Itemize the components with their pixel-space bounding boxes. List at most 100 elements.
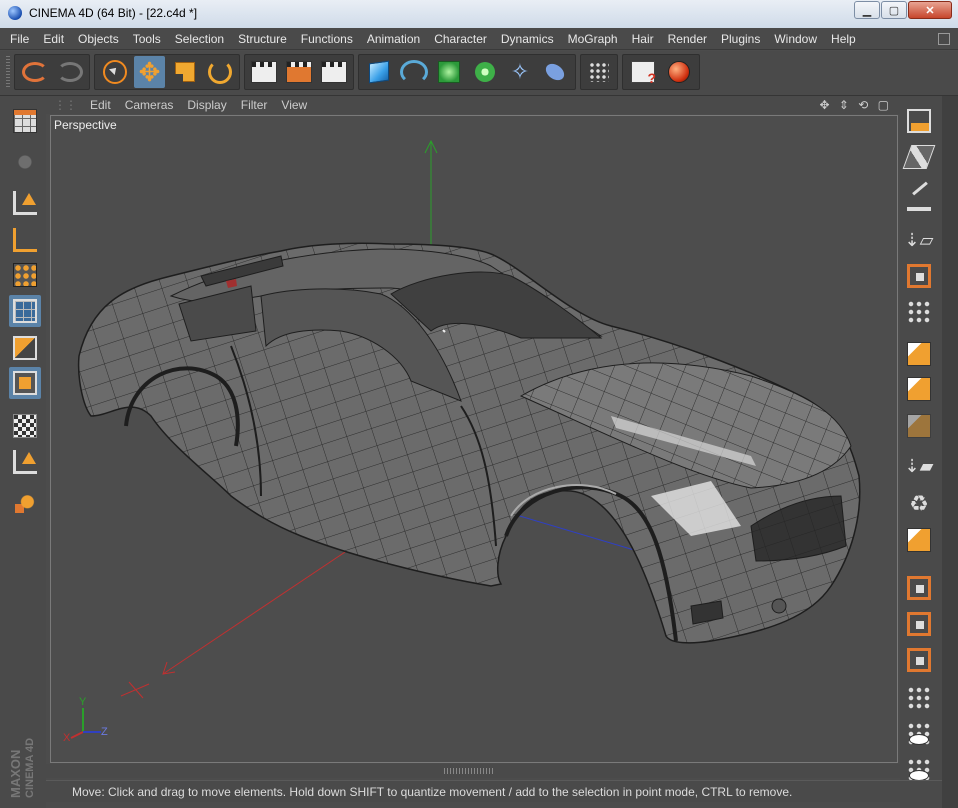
layout-icon — [13, 109, 37, 133]
bridge-button[interactable] — [903, 260, 935, 292]
viewport-menu-cameras[interactable]: Cameras — [125, 98, 174, 112]
viewport-menu-display[interactable]: Display — [187, 98, 226, 112]
layout-restore-icon[interactable] — [938, 33, 950, 45]
snap-button[interactable] — [903, 572, 935, 604]
menu-hair[interactable]: Hair — [632, 32, 654, 46]
edit-render-settings-icon — [320, 61, 347, 83]
move-tool-button[interactable]: ✥ — [134, 56, 165, 88]
minimize-button[interactable]: ▁ — [854, 1, 880, 19]
render-view-button[interactable] — [249, 56, 280, 88]
viewport-menu-filter[interactable]: Filter — [241, 98, 268, 112]
menu-selection[interactable]: Selection — [175, 32, 224, 46]
cinema4d-app-icon — [8, 6, 22, 20]
current-state-icon — [907, 377, 931, 401]
status-text: Move: Click and drag to move elements. H… — [72, 784, 793, 799]
extrude-button[interactable]: ⇣▱ — [903, 224, 935, 256]
use-polygon-tool-button[interactable] — [9, 332, 41, 364]
locked-workplane-button[interactable] — [9, 487, 41, 519]
plane-cut-button[interactable] — [902, 141, 936, 173]
texture-axis-button[interactable] — [9, 410, 41, 442]
environment-button[interactable] — [540, 56, 571, 88]
edit-render-settings-button[interactable] — [318, 56, 349, 88]
nurbs-icon — [438, 61, 461, 83]
window-controls: ▁ ▢ ✕ — [853, 1, 952, 19]
workplane-button[interactable] — [9, 446, 41, 478]
cinema4d-window: CINEMA 4D (64 Bit) - [22.c4d *] ▁ ▢ ✕ Fi… — [0, 0, 958, 808]
redo-button[interactable] — [54, 56, 85, 88]
menu-edit[interactable]: Edit — [43, 32, 64, 46]
menu-mograph[interactable]: MoGraph — [568, 32, 618, 46]
toolbar-grip[interactable] — [6, 56, 10, 88]
viewport-navigation-icons[interactable]: ✥ ⇕ ⟲ ▢ — [819, 98, 892, 112]
use-edge-tool-button[interactable] — [9, 295, 41, 327]
menu-render[interactable]: Render — [668, 32, 707, 46]
edge-cut-button[interactable] — [903, 105, 935, 137]
array-button[interactable] — [469, 56, 500, 88]
viewport-menu-edit[interactable]: Edit — [90, 98, 111, 112]
workplane-icon — [13, 450, 37, 474]
scene-settings-button[interactable] — [627, 56, 659, 88]
optimize-button[interactable]: ♻ — [903, 488, 935, 520]
undo-button[interactable] — [19, 56, 50, 88]
edge-cut-icon — [907, 109, 931, 133]
redo-icon — [56, 62, 83, 82]
live-selection-button[interactable] — [99, 56, 130, 88]
menu-file[interactable]: File — [10, 32, 29, 46]
points-grid-button[interactable] — [903, 682, 935, 714]
viewport-grip[interactable]: ⋮⋮ — [54, 98, 77, 112]
use-texture-mode-button[interactable] — [9, 367, 41, 399]
viewport-splitter[interactable] — [46, 764, 900, 778]
slide-button[interactable] — [903, 296, 935, 328]
viewport-menu-view[interactable]: View — [281, 98, 307, 112]
menu-dynamics[interactable]: Dynamics — [501, 32, 554, 46]
spline-button[interactable] — [398, 56, 429, 88]
deformer-icon: ✧ — [510, 59, 530, 84]
title-bar: CINEMA 4D (64 Bit) - [22.c4d *] ▁ ▢ ✕ — [0, 0, 958, 29]
perspective-viewport[interactable]: Perspective Y X Z — [50, 115, 898, 763]
align-button[interactable] — [903, 608, 935, 640]
mirror-button[interactable]: ⇣▰ — [903, 450, 935, 482]
render-picture-viewer-button[interactable] — [284, 56, 315, 88]
use-model-mode-button[interactable] — [9, 146, 41, 178]
menu-functions[interactable]: Functions — [301, 32, 353, 46]
use-point-tool-button[interactable] — [9, 259, 41, 291]
points-eye-button[interactable] — [903, 718, 935, 750]
menu-character[interactable]: Character — [434, 32, 487, 46]
knife-button[interactable] — [903, 183, 935, 215]
menu-help[interactable]: Help — [831, 32, 856, 46]
reverse-normals-button[interactable] — [903, 524, 935, 556]
maximize-button[interactable]: ▢ — [881, 1, 907, 19]
right-panel-strip[interactable] — [942, 96, 958, 808]
nurbs-button[interactable] — [434, 56, 465, 88]
menu-animation[interactable]: Animation — [367, 32, 420, 46]
menu-plugins[interactable]: Plugins — [721, 32, 760, 46]
use-object-axis-button[interactable] — [9, 187, 41, 219]
stair-button[interactable] — [903, 644, 935, 676]
scale-tool-button[interactable] — [169, 56, 200, 88]
cube-grey-button[interactable] — [903, 410, 935, 442]
cube-button[interactable] — [363, 56, 394, 88]
rotate-tool-button[interactable] — [204, 56, 235, 88]
use-model-tool-button[interactable] — [9, 224, 41, 256]
y-axis-label: Y — [79, 696, 87, 708]
close-button[interactable]: ✕ — [908, 1, 952, 19]
splitter-grip[interactable] — [444, 768, 494, 774]
cube-orange-2-button[interactable] — [903, 373, 935, 405]
polygons-mode-icon — [13, 336, 37, 360]
particle-icon — [589, 62, 609, 82]
particle-button[interactable] — [585, 56, 613, 88]
array-icon — [474, 62, 495, 82]
deformer-button[interactable]: ✧ — [504, 56, 535, 88]
stair-icon — [907, 648, 931, 672]
menu-structure[interactable]: Structure — [238, 32, 287, 46]
model-mode-icon — [13, 150, 37, 174]
car-mesh-scene[interactable] — [51, 116, 897, 762]
main-toolbar: ✥ ✧ — [0, 51, 958, 96]
cube-orange-button[interactable] — [903, 338, 935, 370]
menu-objects[interactable]: Objects — [78, 32, 119, 46]
render-active-button[interactable] — [663, 56, 695, 88]
menu-tools[interactable]: Tools — [133, 32, 161, 46]
menu-window[interactable]: Window — [774, 32, 817, 46]
texture-axis-icon — [13, 414, 37, 438]
layout-button[interactable] — [9, 105, 41, 137]
